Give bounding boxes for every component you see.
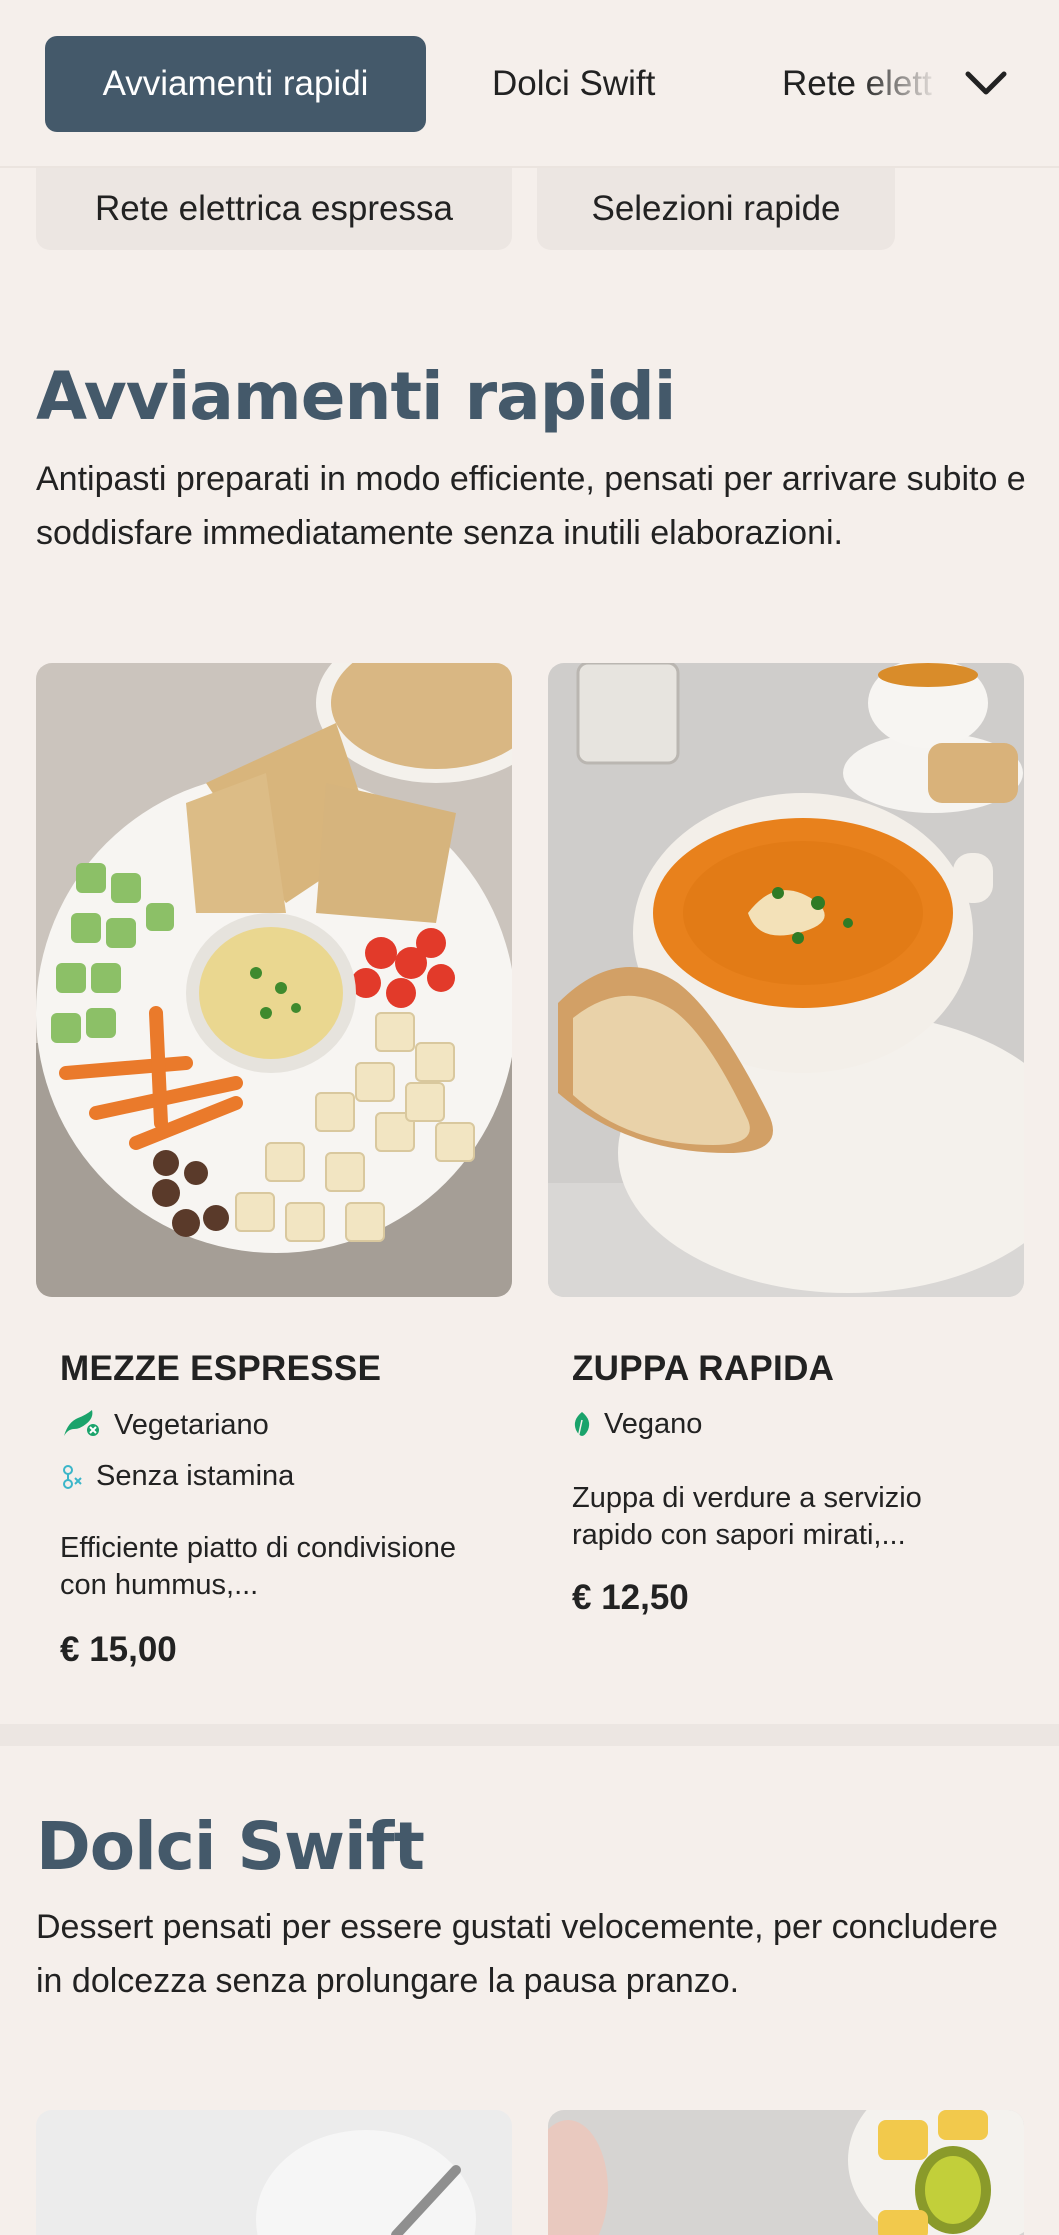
section-description: Antipasti preparati in modo efficiente, … [36, 460, 1026, 552]
chip-rete-elettrica[interactable]: Rete elettrica espressa [36, 168, 512, 250]
tag-label: Vegetariano [114, 1408, 269, 1441]
tag-vegetarian: Vegetariano [60, 1408, 269, 1442]
item-name[interactable]: MEZZE ESPRESSE [60, 1349, 381, 1389]
histamine-free-icon [63, 1464, 82, 1489]
nav-fade [860, 36, 960, 132]
chip-selezioni-rapide[interactable]: Selezioni rapide [537, 168, 895, 250]
vegan-leaf-icon [574, 1411, 590, 1438]
item-price: € 12,50 [572, 1578, 689, 1617]
item-description: Zuppa di verdure a servizio rapido con s… [572, 1482, 922, 1551]
zuppa-photo[interactable] [548, 663, 1024, 1297]
tag-histamine-free: Senza istamina [60, 1460, 294, 1493]
section-divider [0, 1724, 1059, 1746]
dessert-photo-2[interactable] [548, 2110, 1024, 2235]
item-price: € 15,00 [60, 1630, 177, 1669]
category-nav: Avviamenti rapidi Dolci Swift Rete elett… [0, 0, 1059, 168]
tag-label: Senza istamina [96, 1460, 295, 1492]
chevron-down-icon[interactable] [960, 58, 1012, 110]
section-title: Avviamenti rapidi [36, 358, 676, 435]
tag-vegan: Vegano [572, 1408, 702, 1441]
item-description: Efficiente piatto di condivisione con hu… [60, 1532, 457, 1601]
section-title: Dolci Swift [36, 1808, 425, 1885]
mezze-photo[interactable] [36, 663, 512, 1297]
item-name[interactable]: ZUPPA RAPIDA [572, 1349, 834, 1389]
tab-dolci-swift[interactable]: Dolci Swift [492, 36, 655, 132]
tab-avviamenti-rapidi[interactable]: Avviamenti rapidi [45, 36, 426, 132]
tag-label: Vegano [604, 1408, 703, 1440]
vegetarian-icon [64, 1410, 99, 1436]
section-description: Dessert pensati per essere gustati veloc… [36, 1908, 998, 2000]
dessert-photo-1[interactable] [36, 2110, 512, 2235]
